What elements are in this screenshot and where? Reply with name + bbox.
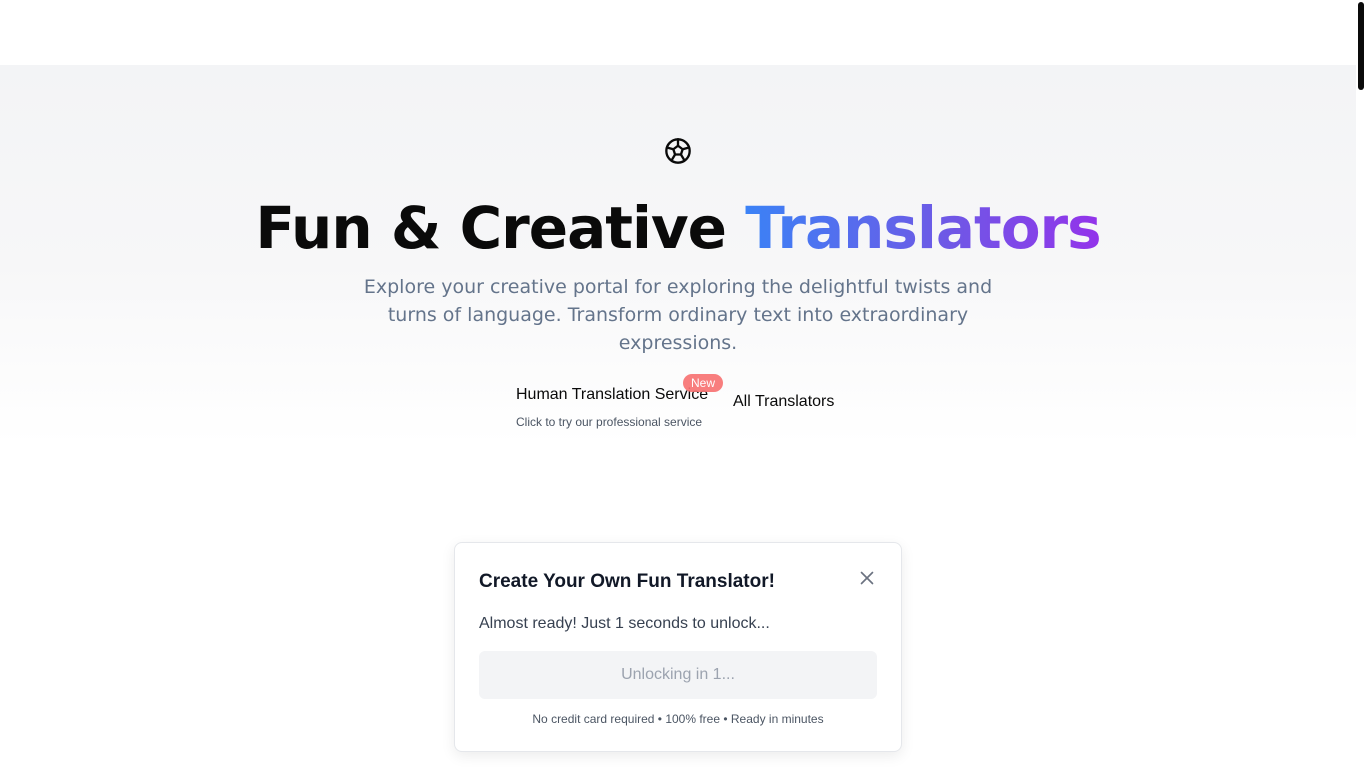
popup-footer: No credit card required • 100% free • Re… <box>532 712 824 726</box>
aperture-icon <box>664 137 692 165</box>
human-translation-link[interactable]: Human Translation Service New Click to t… <box>516 374 726 433</box>
popup-message: Almost ready! Just 1 seconds to unlock..… <box>479 615 770 632</box>
page-title: Fun & Creative Translators <box>0 190 1356 266</box>
popup-title: Create Your Own Fun Translator! <box>479 571 775 592</box>
all-translators-link[interactable]: All Translators <box>733 392 834 412</box>
page-title-plain: Fun & Creative <box>255 194 746 262</box>
human-translation-title: Human Translation Service <box>516 386 709 403</box>
human-translation-subtitle: Click to try our professional service <box>516 415 703 429</box>
unlock-button[interactable]: Unlocking in 1... <box>479 651 877 699</box>
page-subtitle: Explore your creative portal for explori… <box>363 276 993 354</box>
scrollbar-thumb[interactable] <box>1358 2 1364 90</box>
page-title-highlight: Translators <box>745 194 1101 262</box>
scrollbar[interactable] <box>1356 0 1366 768</box>
new-badge: New <box>683 374 724 392</box>
create-translator-popup: Create Your Own Fun Translator! Almost r… <box>454 542 902 752</box>
top-navbar <box>0 0 1356 65</box>
close-icon[interactable] <box>856 567 878 589</box>
